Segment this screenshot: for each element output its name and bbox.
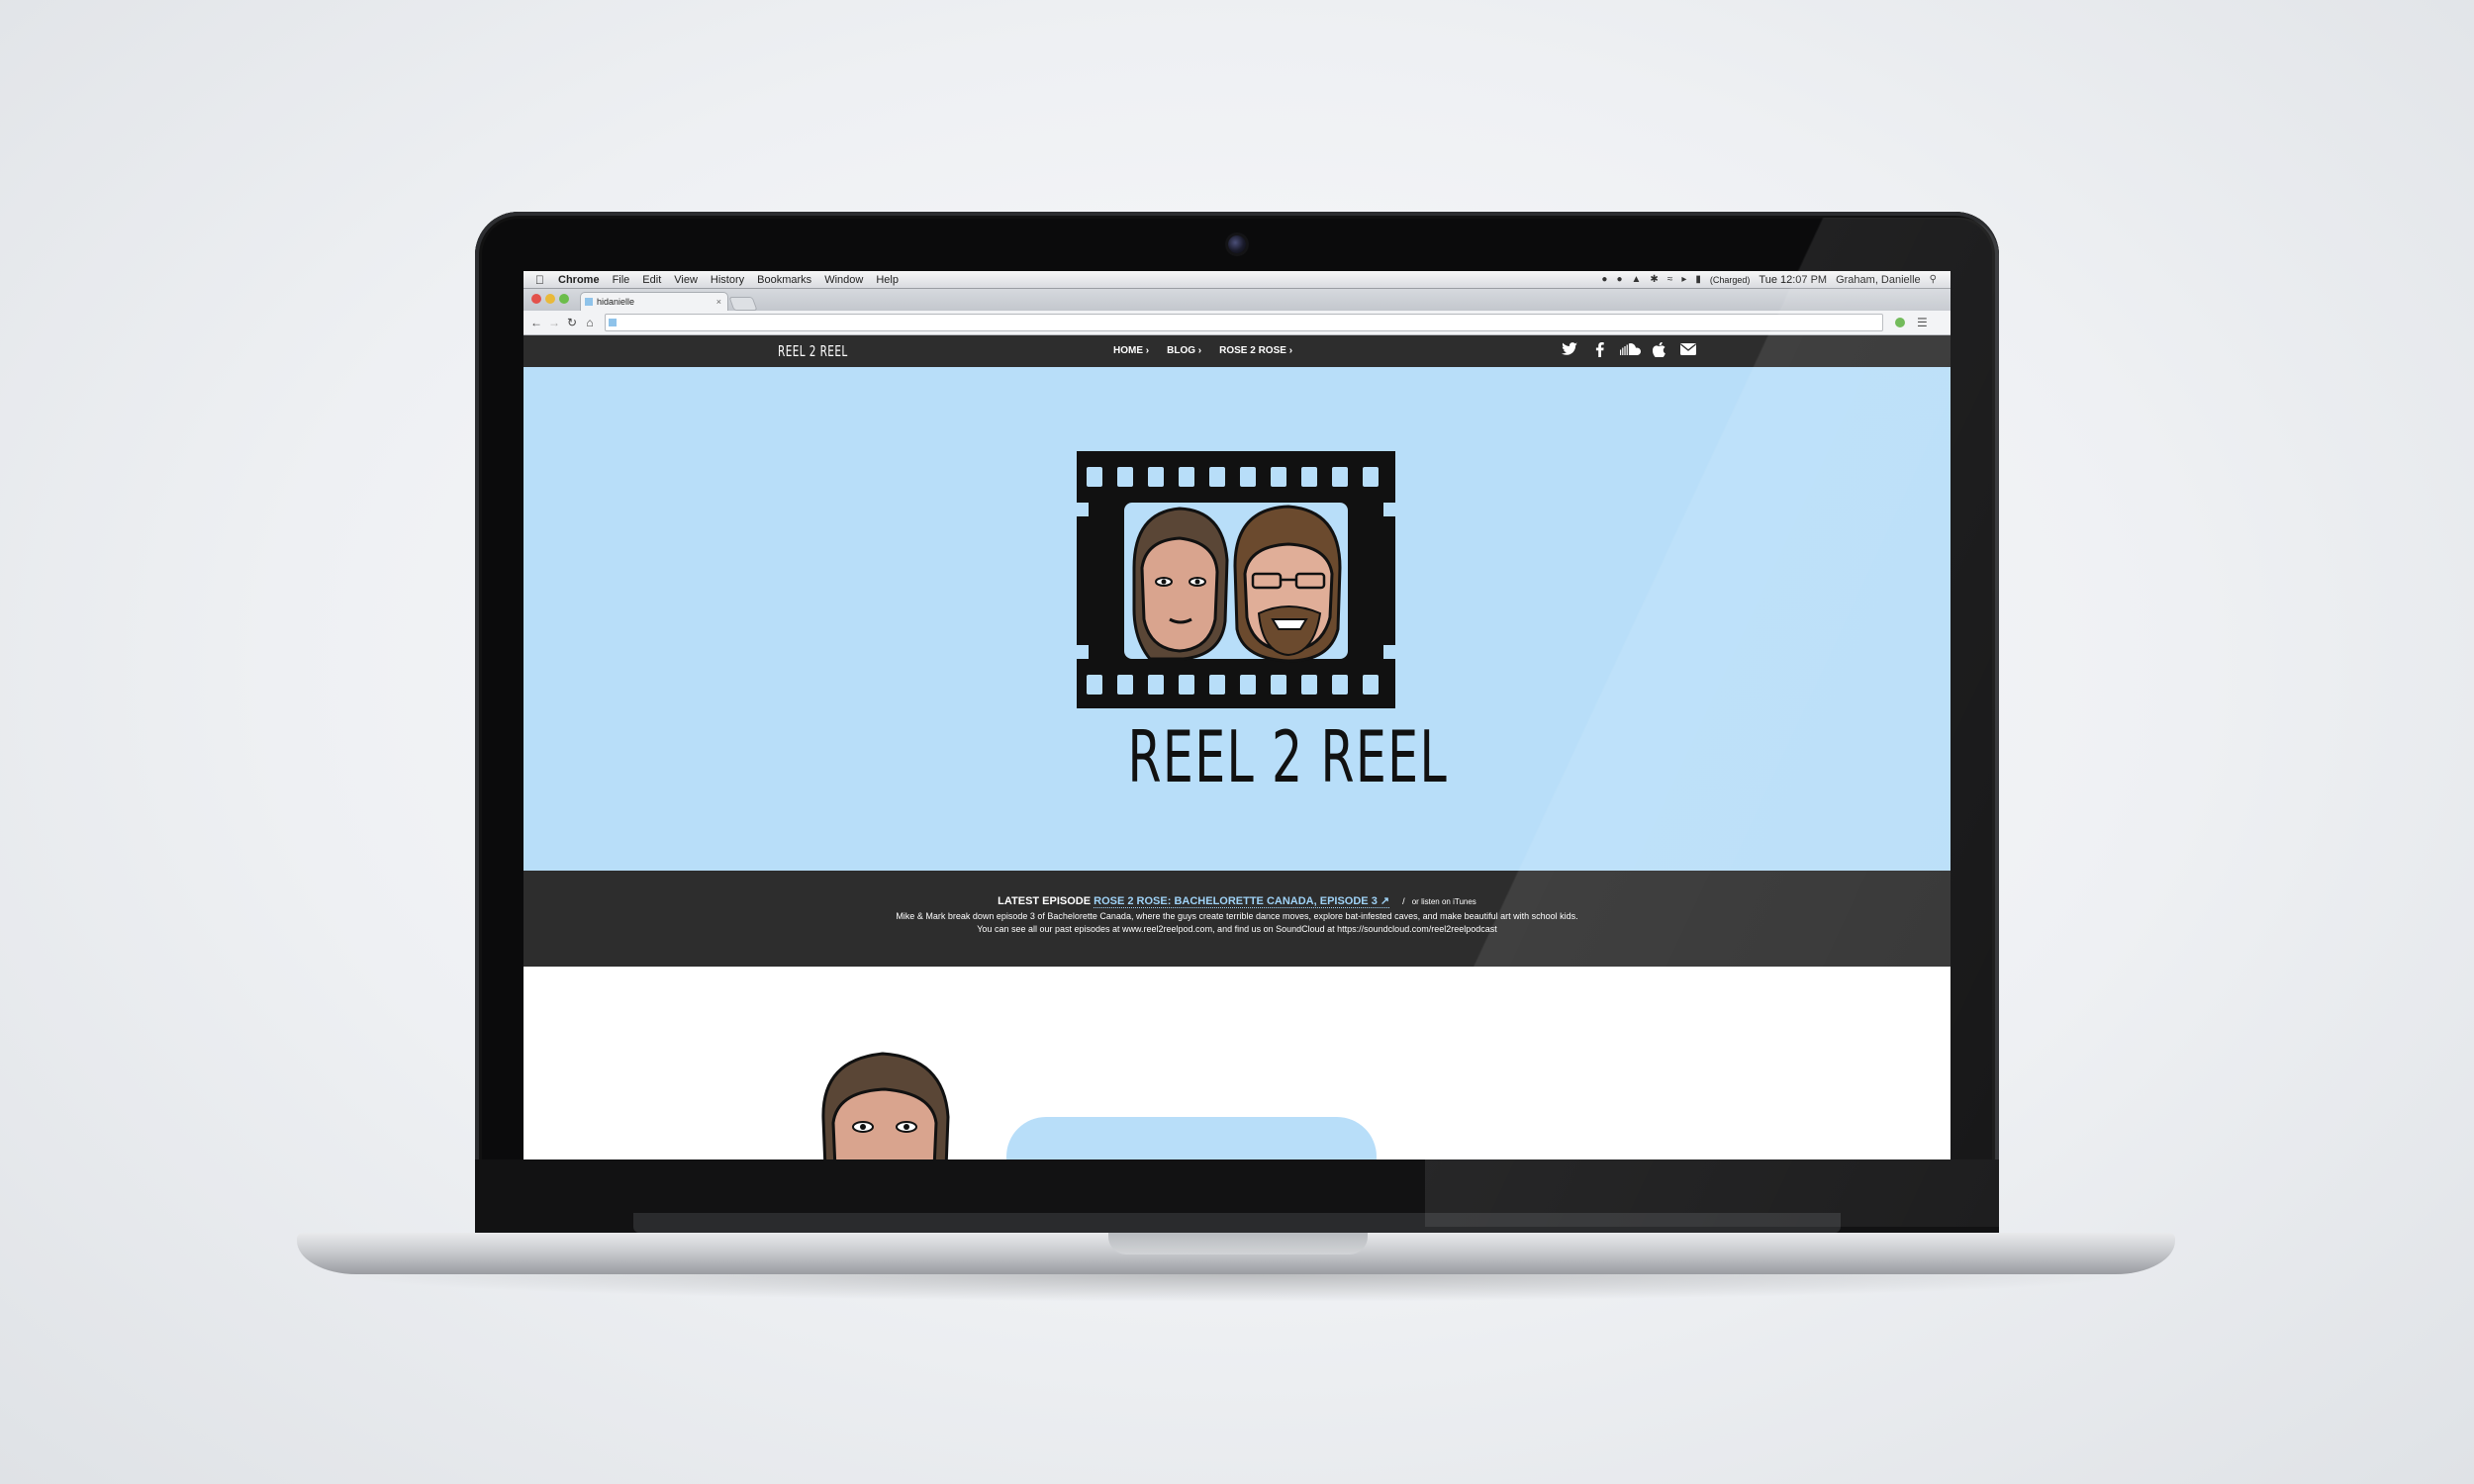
extension-icon[interactable] — [1895, 318, 1905, 327]
browser-tabstrip: hidanielle × — [523, 289, 1951, 311]
menu-file[interactable]: File — [613, 274, 630, 286]
latest-episode-banner: LATEST EPISODE ROSE 2 ROSE: BACHELORETTE… — [523, 871, 1951, 967]
itunes-link[interactable]: or listen on iTunes — [1412, 897, 1476, 906]
apple-icon[interactable] — [1649, 341, 1668, 360]
laptop-mockup:  Chrome File Edit View History Bookmark… — [0, 0, 2474, 1484]
close-window-button[interactable] — [531, 294, 541, 304]
screen:  Chrome File Edit View History Bookmark… — [523, 271, 1951, 1159]
close-tab-icon[interactable]: × — [716, 293, 721, 311]
menu-icon[interactable]: ☰ — [1917, 316, 1928, 329]
nav-rose-2-rose[interactable]: ROSE 2 ROSE › — [1219, 345, 1292, 356]
battery-status: (Charged) — [1709, 274, 1751, 285]
episode-title: ROSE 2 ROSE: BACHELORETTE CANADA, EPISOD… — [1094, 895, 1378, 907]
menu-history[interactable]: History — [711, 274, 744, 286]
facebook-icon[interactable] — [1589, 342, 1609, 360]
maximize-window-button[interactable] — [559, 294, 569, 304]
nav-blog-label: BLOG — [1167, 345, 1195, 356]
battery-icon[interactable]: ▮ — [1695, 274, 1701, 285]
speech-bubble — [1006, 1117, 1377, 1159]
browser-tab[interactable]: hidanielle × — [580, 292, 728, 311]
browser-toolbar: ← → ↻ ⌂ ☰ — [523, 311, 1951, 335]
new-tab-button[interactable] — [728, 297, 758, 311]
wifi-icon[interactable]: ≈ — [1667, 274, 1673, 285]
back-arrow-icon[interactable]: ← — [527, 316, 545, 329]
content-section — [523, 967, 1951, 1159]
forward-arrow-icon[interactable]: → — [545, 316, 563, 329]
laptop-hinge — [633, 1213, 1841, 1233]
address-bar[interactable] — [605, 314, 1883, 331]
soundcloud-icon[interactable] — [1619, 342, 1641, 360]
separator: / — [1402, 896, 1405, 906]
nav-blog[interactable]: BLOG › — [1167, 345, 1201, 356]
window-controls — [531, 294, 569, 304]
episode-more-info: You can see all our past episodes at www… — [977, 924, 1497, 934]
email-icon[interactable] — [1678, 342, 1698, 360]
reel-2-reel-logo: REEL 2 REEL — [1077, 451, 1449, 798]
film-strip-graphic — [1077, 451, 1395, 710]
laptop-shadow — [327, 1274, 2147, 1302]
status-app-icon[interactable]: ● — [1616, 274, 1622, 285]
latest-episode-label: LATEST EPISODE — [998, 895, 1092, 907]
mac-menubar:  Chrome File Edit View History Bookmark… — [523, 271, 1951, 289]
menubar-user[interactable]: Graham, Danielle — [1836, 274, 1921, 286]
latest-episode-heading: LATEST EPISODE ROSE 2 ROSE: BACHELORETTE… — [523, 894, 1951, 908]
twitter-icon[interactable] — [1560, 342, 1579, 360]
reload-icon[interactable]: ↻ — [563, 316, 581, 329]
volume-icon[interactable]: ▸ — [1681, 274, 1686, 285]
social-links — [1560, 341, 1698, 360]
site-navbar: REEL 2 REEL HOME › BLOG › ROSE 2 ROSE › — [523, 335, 1951, 367]
nav-rose-label: ROSE 2 ROSE — [1219, 345, 1286, 356]
status-app-icon[interactable]: ▲ — [1632, 274, 1642, 285]
spotlight-search-icon[interactable]: ⚲ — [1930, 274, 1937, 285]
tab-title: hidanielle — [597, 297, 635, 307]
host-portrait-illustration — [821, 1052, 950, 1159]
nav-home[interactable]: HOME › — [1113, 345, 1149, 356]
bluetooth-icon[interactable]: ✱ — [1650, 274, 1658, 285]
menu-bookmarks[interactable]: Bookmarks — [757, 274, 811, 286]
home-icon[interactable]: ⌂ — [581, 316, 599, 329]
menu-help[interactable]: Help — [876, 274, 899, 286]
host-two-portrait — [1233, 505, 1342, 663]
episode-description: Mike & Mark break down episode 3 of Bach… — [896, 911, 1578, 921]
minimize-window-button[interactable] — [545, 294, 555, 304]
tab-favicon — [585, 298, 593, 306]
menu-window[interactable]: Window — [824, 274, 863, 286]
site-nav-links: HOME › BLOG › ROSE 2 ROSE › — [1113, 345, 1292, 356]
menu-edit[interactable]: Edit — [642, 274, 661, 286]
hero-banner: REEL 2 REEL — [523, 367, 1951, 871]
status-app-icon[interactable]: ● — [1601, 274, 1607, 285]
menubar-clock[interactable]: Tue 12:07 PM — [1759, 274, 1827, 286]
menu-view[interactable]: View — [674, 274, 698, 286]
page-favicon — [609, 319, 617, 326]
apple-menu-icon[interactable]:  — [535, 273, 544, 287]
status-area: ● ● ▲ ✱ ≈ ▸ ▮ (Charged) Tue 12:07 PM Gra… — [1601, 274, 1937, 286]
logo-wordmark: REEL 2 REEL — [1127, 715, 1449, 798]
nav-home-label: HOME — [1113, 345, 1143, 356]
episode-title-link[interactable]: ROSE 2 ROSE: BACHELORETTE CANADA, EPISOD… — [1094, 895, 1390, 908]
webcam — [1228, 235, 1246, 253]
host-one-portrait — [1132, 507, 1229, 661]
menu-chrome[interactable]: Chrome — [558, 274, 600, 286]
laptop-notch — [1108, 1233, 1368, 1254]
site-brand[interactable]: REEL 2 REEL — [778, 342, 848, 360]
